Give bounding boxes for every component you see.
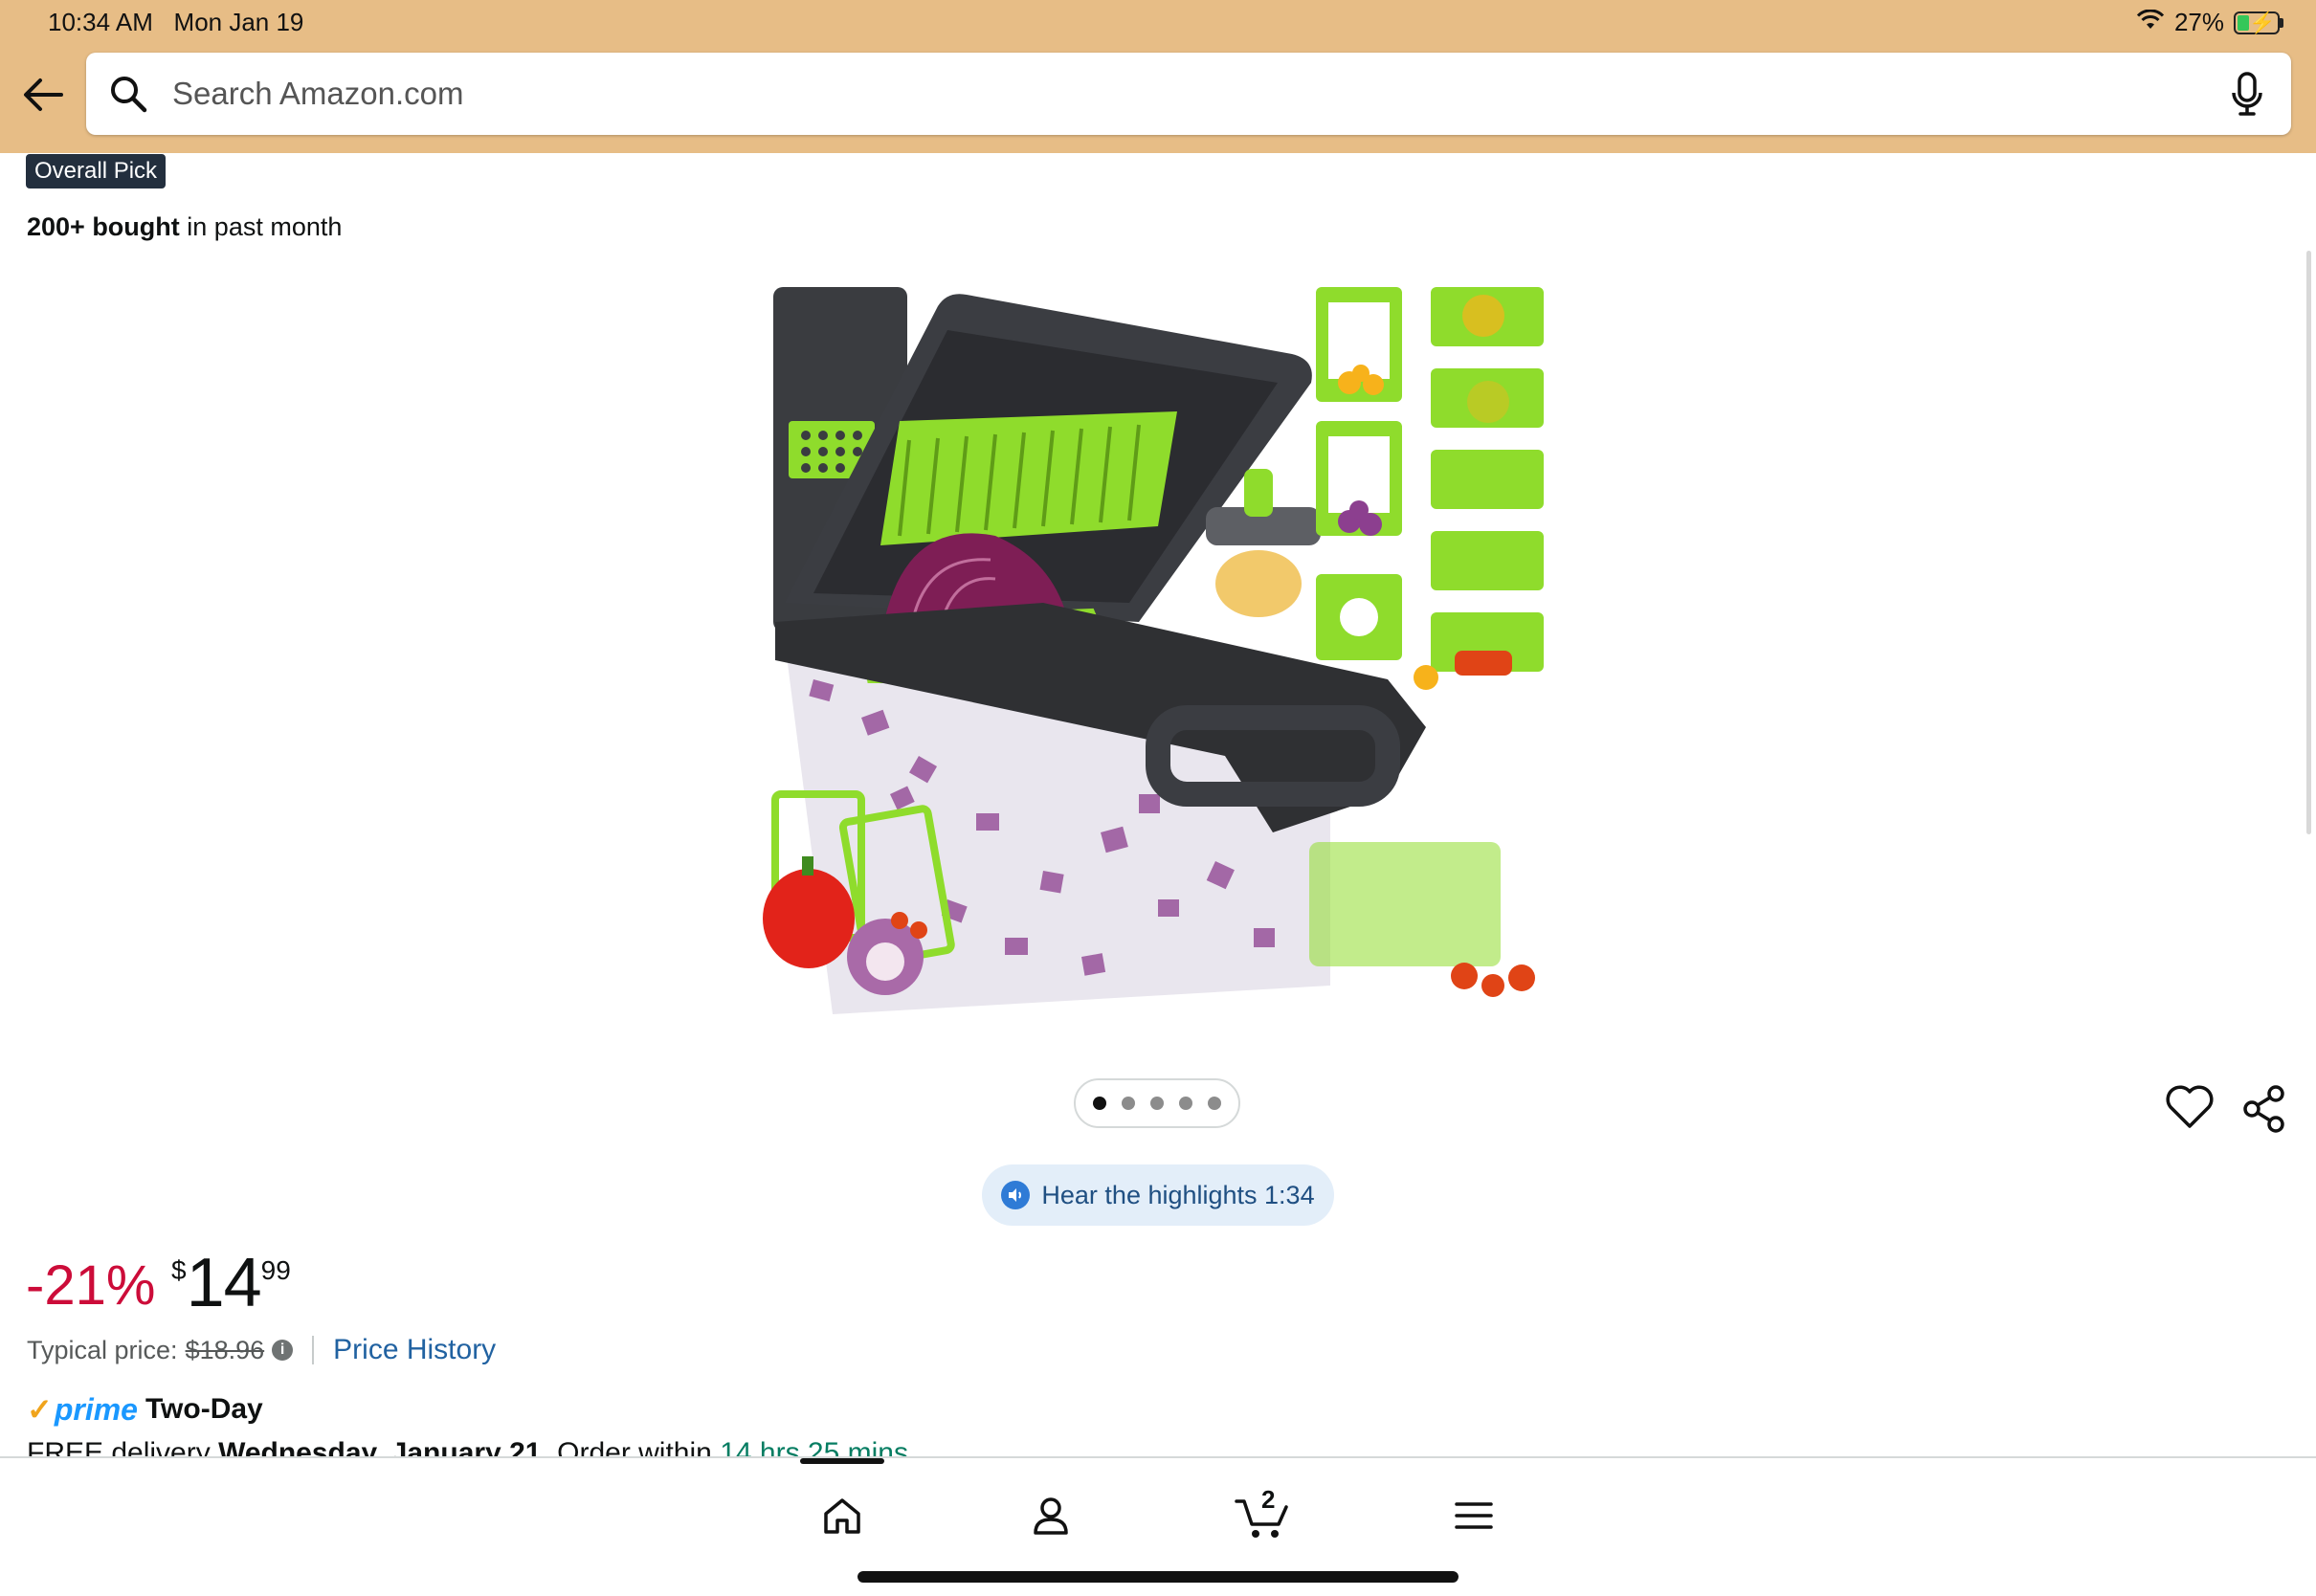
carousel-dot[interactable] [1208, 1097, 1221, 1110]
carousel-dot[interactable] [1093, 1097, 1106, 1110]
scrollbar[interactable] [2306, 251, 2311, 834]
search-bar[interactable] [86, 53, 2291, 135]
price-currency: $ [171, 1255, 187, 1285]
wifi-icon [2136, 8, 2165, 37]
price-whole: 14 [186, 1245, 262, 1321]
product-image[interactable] [756, 277, 1560, 1024]
typical-price-value: $18.96 [185, 1335, 265, 1364]
search-input[interactable] [170, 75, 2226, 113]
delivery-countdown: 14 hrs 25 mins [720, 1437, 908, 1458]
price-fraction: 99 [260, 1255, 291, 1285]
back-button[interactable] [17, 69, 69, 121]
highlights-label: Hear the highlights 1:34 [1041, 1180, 1315, 1209]
prime-check-icon: ✓ [27, 1392, 53, 1427]
overall-pick-badge: Overall Pick [26, 154, 167, 188]
active-tab-indicator [800, 1458, 884, 1464]
hear-highlights-button[interactable]: Hear the highlights 1:34 [982, 1164, 1334, 1226]
back-arrow-icon [24, 78, 63, 111]
prime-logo: prime [54, 1391, 138, 1427]
status-indicators: 27% ⚡ [2136, 8, 2283, 37]
carousel-dot[interactable] [1122, 1097, 1135, 1110]
divider [312, 1336, 315, 1364]
share-icon[interactable] [2241, 1084, 2287, 1134]
free-delivery-label: FREE delivery [27, 1437, 219, 1458]
home-icon[interactable] [813, 1487, 871, 1544]
status-time: 10:34 AM Mon Jan 19 [48, 8, 304, 36]
prime-badge: ✓ prime Two-Day [27, 1391, 263, 1428]
delivery-date: Wednesday, January 21 [218, 1437, 542, 1458]
cart-icon[interactable]: 2 [1235, 1485, 1292, 1544]
wishlist-heart-icon[interactable] [2165, 1082, 2215, 1132]
battery-icon: ⚡ [2234, 11, 2283, 34]
typical-price-label: Typical price: [27, 1335, 178, 1364]
search-icon [109, 73, 151, 115]
discount-percent: -21% [26, 1254, 156, 1317]
bought-count: 200+ bought in past month [27, 212, 342, 242]
cart-count: 2 [1261, 1485, 1276, 1514]
carousel-dot[interactable] [1179, 1097, 1192, 1110]
image-carousel-dots[interactable] [1074, 1078, 1240, 1128]
battery-percent: 27% [2173, 8, 2224, 36]
menu-icon[interactable] [1445, 1487, 1503, 1544]
price-history-link[interactable]: Price History [333, 1334, 496, 1366]
top-header: 10:34 AM Mon Jan 19 27% ⚡ [0, 0, 2316, 153]
bought-count-rest: in past month [179, 212, 343, 241]
carousel-dot[interactable] [1150, 1097, 1164, 1110]
two-day-label: Two-Day [145, 1393, 263, 1425]
microphone-icon[interactable] [2226, 70, 2268, 118]
account-icon[interactable] [1022, 1487, 1080, 1544]
audio-icon [1001, 1181, 1031, 1209]
delivery-info: FREE delivery Wednesday, January 21. Ord… [27, 1437, 908, 1458]
current-price: $1499 [171, 1244, 291, 1322]
typical-price-row: Typical price: $18.96 i Price History [27, 1334, 496, 1366]
home-indicator[interactable] [857, 1571, 1459, 1583]
order-within-label: . Order within [541, 1437, 721, 1458]
bought-count-bold: 200+ bought [27, 212, 180, 241]
info-icon[interactable]: i [272, 1340, 294, 1361]
